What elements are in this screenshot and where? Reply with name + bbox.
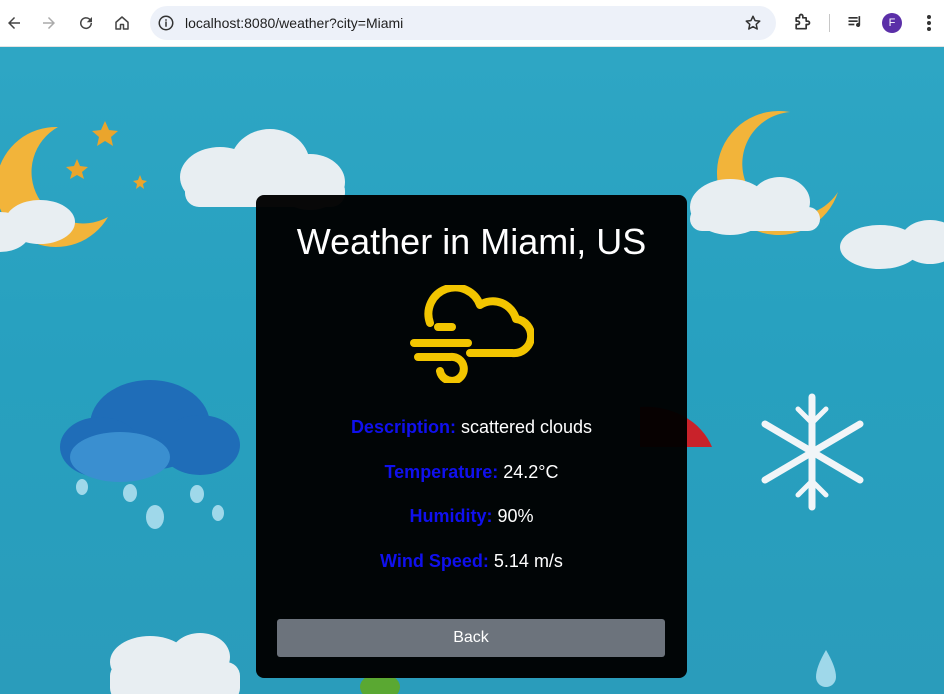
- snowflake-decoration: [761, 393, 864, 511]
- back-button[interactable]: Back: [277, 619, 665, 657]
- wind-speed-value: 5.14 m/s: [493, 551, 563, 571]
- description-value: scattered clouds: [460, 417, 593, 437]
- page-title: Weather in Miami, US: [296, 221, 647, 262]
- wind-speed-row: Wind Speed: 5.14 m/s: [256, 551, 687, 572]
- back-arrow-icon[interactable]: [3, 12, 25, 34]
- star-decoration: [92, 121, 118, 146]
- temperature-value: 24.2°C: [503, 462, 559, 482]
- cloud-decoration: [840, 220, 944, 269]
- extensions-puzzle-icon[interactable]: [792, 12, 812, 32]
- bookmark-star-icon[interactable]: [744, 14, 762, 32]
- weather-card: Weather in Miami, US Description: scatte…: [256, 195, 687, 678]
- more-menu-icon[interactable]: [920, 12, 938, 34]
- wind-cloud-icon: [410, 285, 534, 383]
- star-decoration: [66, 159, 88, 179]
- cloud-decoration: [110, 633, 240, 694]
- site-info-icon[interactable]: [157, 14, 175, 32]
- weather-page: Weather in Miami, US Description: scatte…: [0, 47, 944, 694]
- browser-toolbar: localhost:8080/weather?city=Miami F: [0, 0, 944, 47]
- raindrop-decoration: [816, 650, 836, 687]
- star-decoration: [133, 175, 147, 189]
- humidity-value: 90%: [497, 506, 534, 526]
- temperature-label: Temperature:: [384, 462, 499, 482]
- wind-speed-label: Wind Speed:: [380, 551, 489, 571]
- rain-cloud-decoration: [70, 432, 170, 482]
- description-label: Description:: [350, 417, 456, 437]
- humidity-row: Humidity: 90%: [256, 506, 687, 527]
- media-queue-icon[interactable]: [846, 12, 866, 32]
- raindrop-decoration: [76, 479, 224, 529]
- address-bar[interactable]: localhost:8080/weather?city=Miami: [150, 6, 776, 40]
- humidity-label: Humidity:: [409, 506, 493, 526]
- reload-icon[interactable]: [75, 12, 97, 34]
- temperature-row: Temperature: 24.2°C: [256, 462, 687, 483]
- profile-avatar[interactable]: F: [882, 13, 902, 33]
- forward-arrow-icon[interactable]: [38, 12, 60, 34]
- home-icon[interactable]: [111, 12, 133, 34]
- url-text[interactable]: localhost:8080/weather?city=Miami: [185, 15, 403, 31]
- description-row: Description: scattered clouds: [256, 417, 687, 438]
- cloud-decoration: [690, 177, 820, 235]
- toolbar-divider: [829, 14, 830, 32]
